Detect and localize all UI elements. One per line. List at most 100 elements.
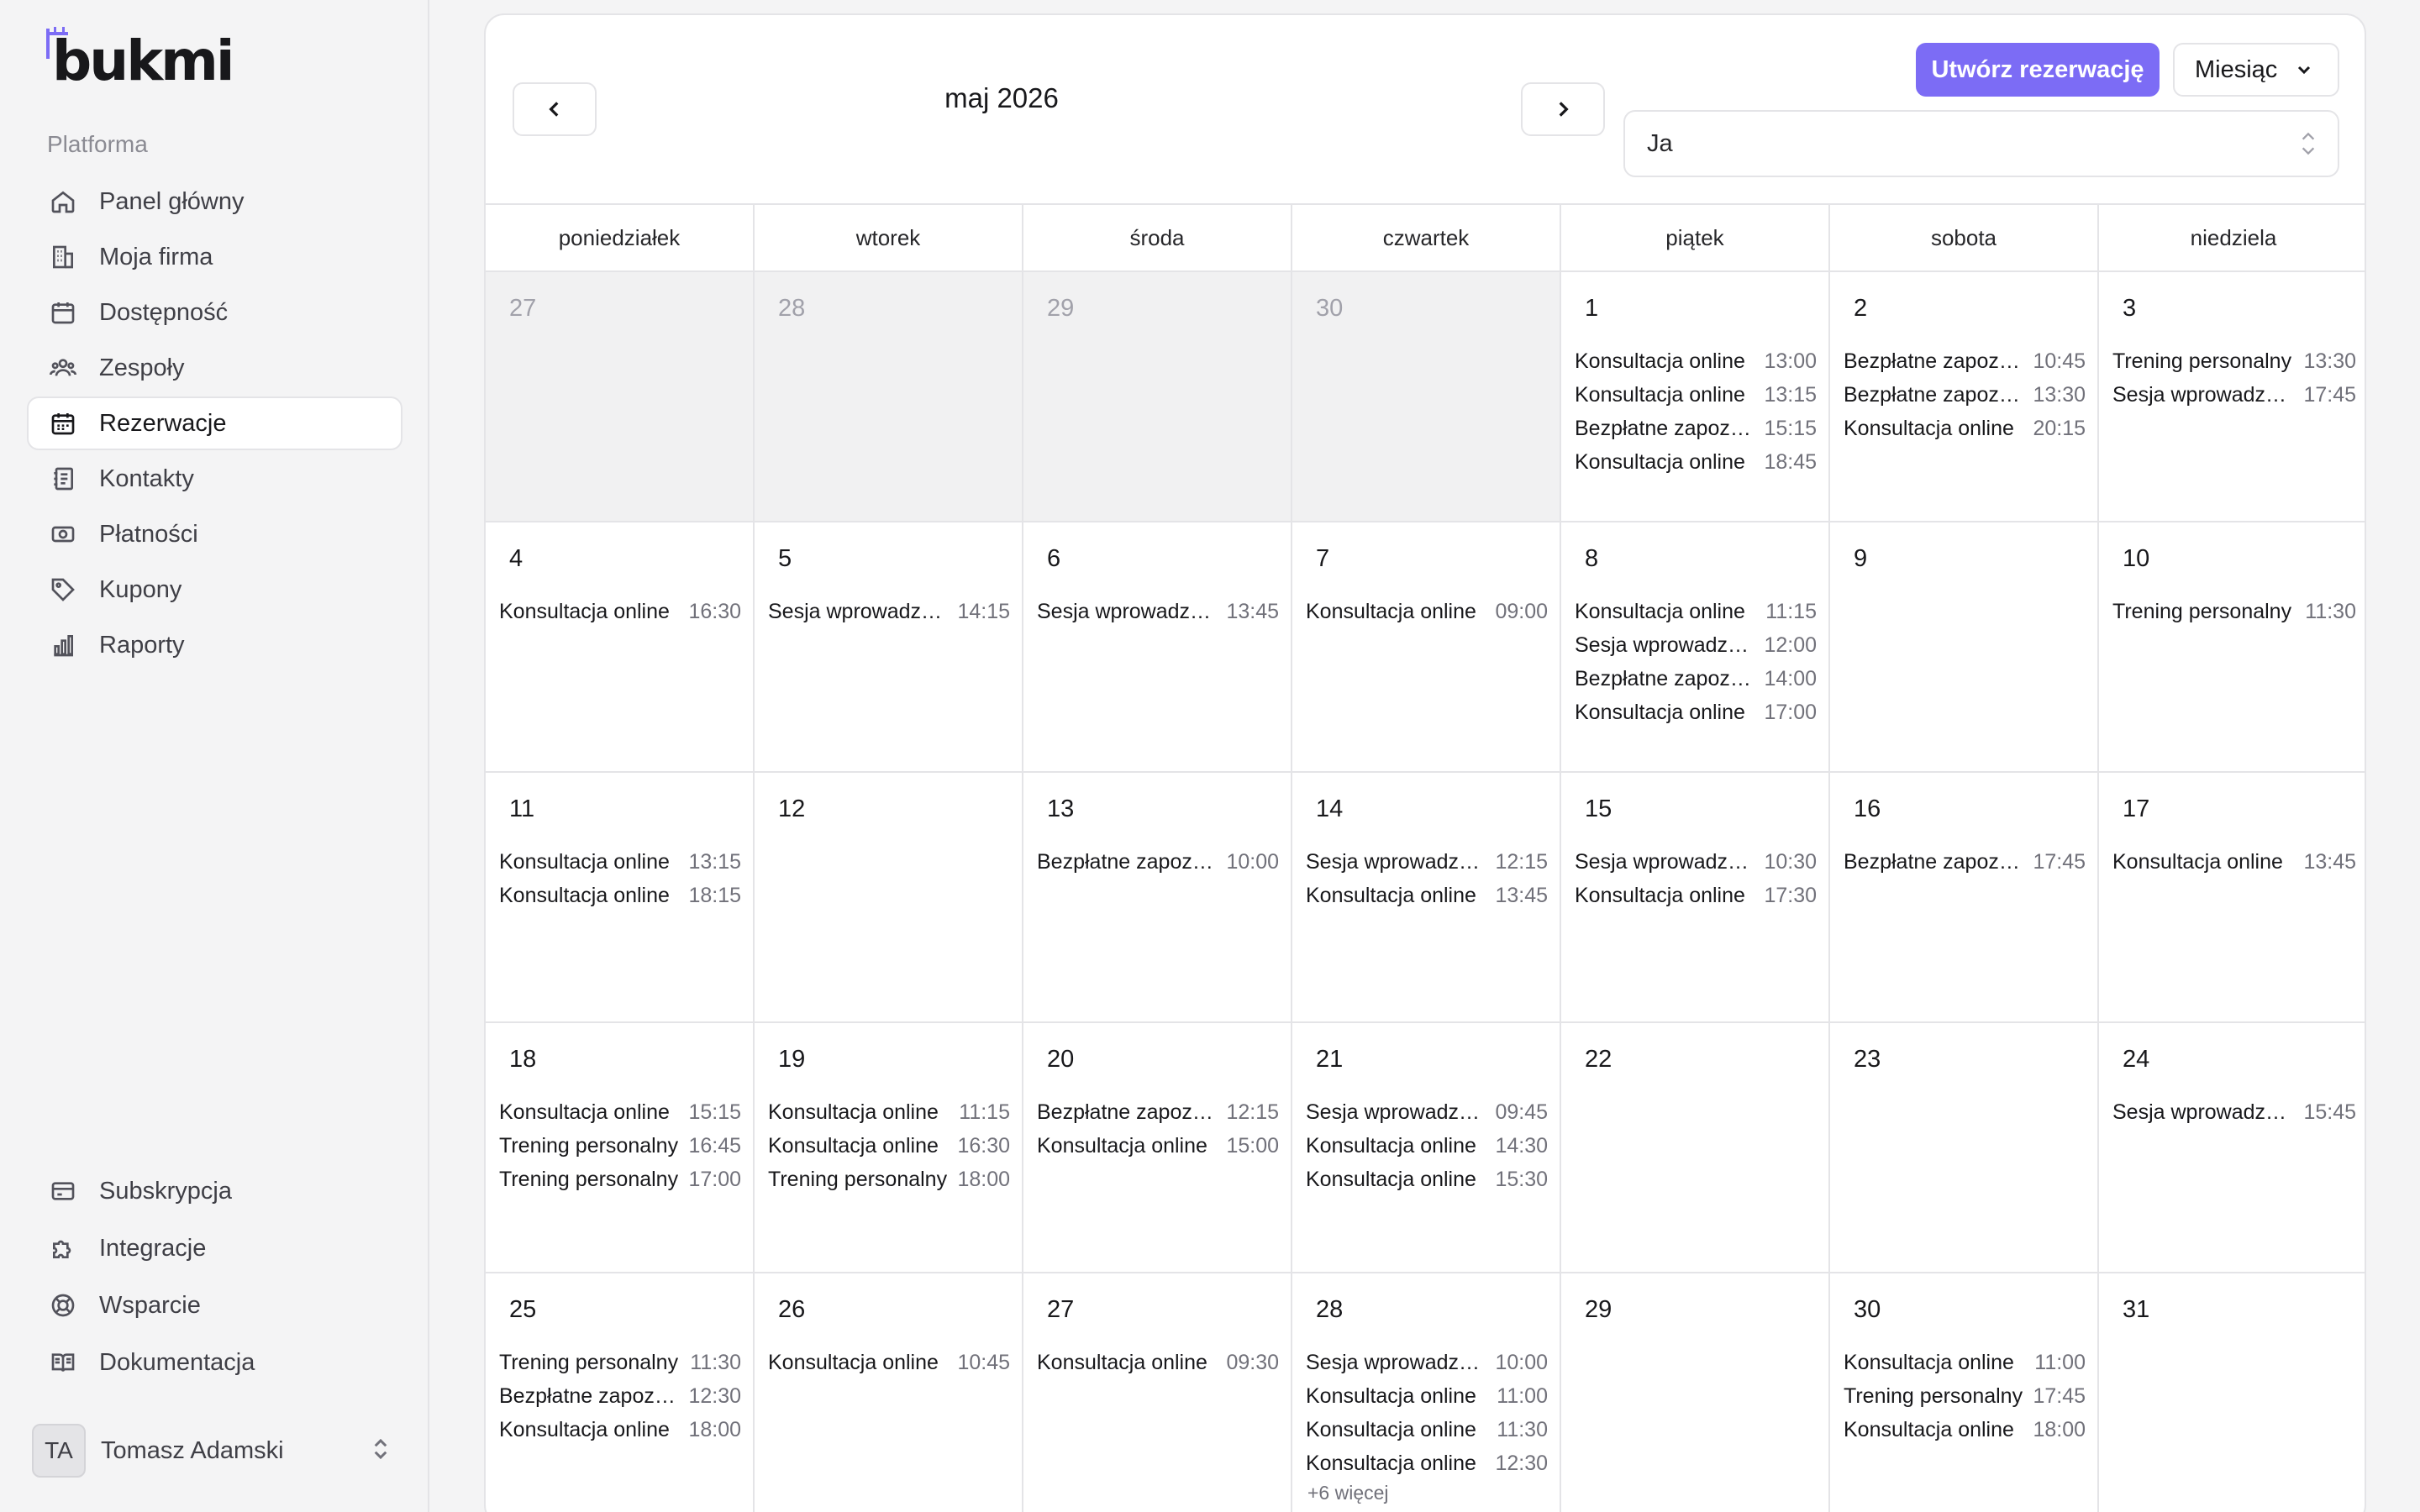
day-cell[interactable]: 10 Trening personalny 11:30 (2099, 522, 2365, 773)
event-item[interactable]: Sesja wprowadzająca 17:45 (2112, 378, 2356, 412)
create-booking-button[interactable]: Utwórz rezerwację (1916, 43, 2160, 97)
day-cell[interactable]: 28 Sesja wprowadzająca 10:00 Konsultacja on… (1292, 1273, 1561, 1512)
sidebar-item-subscription[interactable]: Subskrypcja (27, 1164, 402, 1218)
event-item[interactable]: Sesja wprowadzająca 10:00 (1306, 1346, 1548, 1379)
day-cell[interactable]: 2Bezpłatne zapoznanie10:45Bezpłatne zapo… (1830, 272, 2099, 522)
day-cell[interactable]: 9 (1830, 522, 2099, 773)
day-cell[interactable]: 30 Konsultacja online 11:00 Trening persona… (1830, 1273, 2099, 1512)
day-cell[interactable]: 27 (486, 272, 755, 522)
event-item[interactable]: Bezpłatne zapoznanie 12:15 (1037, 1095, 1279, 1129)
event-item[interactable]: Konsultacja online 11:15 (768, 1095, 1010, 1129)
event-item[interactable]: Konsultacja online 09:00 (1306, 595, 1548, 628)
day-cell[interactable]: 5 Sesja wprowadzająca 14:15 (755, 522, 1023, 773)
day-cell[interactable]: 22 (1561, 1023, 1830, 1273)
event-item[interactable]: Bezpłatne zapoznanie 12:30 (499, 1379, 741, 1413)
day-cell[interactable]: 23 (1830, 1023, 2099, 1273)
event-item[interactable]: Konsultacja online 11:15 (1575, 595, 1817, 628)
person-select[interactable]: Ja (1623, 110, 2339, 177)
event-item[interactable]: Sesja wprowadzająca 12:15 (1306, 845, 1548, 879)
day-cell[interactable]: 20 Bezpłatne zapoznanie 12:15 Konsultacja o… (1023, 1023, 1292, 1273)
sidebar-item-docs[interactable]: Dokumentacja (27, 1336, 402, 1389)
event-item[interactable]: Bezpłatne zapoznanie 15:15 (1575, 412, 1817, 445)
sidebar-item-availability[interactable]: Dostępność (27, 286, 402, 339)
sidebar-item-panel[interactable]: Panel główny (27, 175, 402, 228)
day-cell[interactable]: 16 Bezpłatne zapoznanie 17:45 (1830, 773, 2099, 1023)
next-month-button[interactable] (1521, 82, 1605, 136)
more-events-link[interactable]: +6 więcej (1306, 1482, 1548, 1504)
event-item[interactable]: Trening personalny 17:00 (499, 1163, 741, 1196)
day-cell[interactable]: 26 Konsultacja online 10:45 (755, 1273, 1023, 1512)
logo[interactable]: bukmi (44, 27, 235, 89)
event-item[interactable]: Konsultacja online 13:15 (1575, 378, 1817, 412)
event-item[interactable]: Sesja wprowadzająca 12:00 (1575, 628, 1817, 662)
day-cell[interactable]: 18 Konsultacja online 15:15 Trening persona… (486, 1023, 755, 1273)
event-item[interactable]: Bezpłatne zapoznanie 10:45 (1844, 344, 2086, 378)
day-cell[interactable]: 29 (1561, 1273, 1830, 1512)
day-cell[interactable]: 7 Konsultacja online 09:00 (1292, 522, 1561, 773)
event-item[interactable]: Trening personalny 16:45 (499, 1129, 741, 1163)
event-item[interactable]: Konsultacja online 13:15 (499, 845, 741, 879)
event-item[interactable]: Konsultacja online 18:15 (499, 879, 741, 912)
event-item[interactable]: Konsultacja online 16:30 (499, 595, 741, 628)
event-item[interactable]: Konsultacja online 15:30 (1306, 1163, 1548, 1196)
sidebar-item-company[interactable]: Moja firma (27, 230, 402, 284)
event-item[interactable]: Konsultacja online 15:15 (499, 1095, 741, 1129)
sidebar-item-reports[interactable]: Raporty (27, 618, 402, 672)
day-cell[interactable]: 14 Sesja wprowadzająca 12:15 Konsultacja on… (1292, 773, 1561, 1023)
event-item[interactable]: Trening personalny 13:30 (2112, 344, 2356, 378)
day-cell[interactable]: 25 Trening personalny 11:30 Bezpłatne zapoz… (486, 1273, 755, 1512)
view-select[interactable]: Miesiąc (2173, 43, 2339, 97)
day-cell[interactable]: 30 (1292, 272, 1561, 522)
event-item[interactable]: Trening personalny 17:45 (1844, 1379, 2086, 1413)
day-cell[interactable]: 3 Trening personalny 13:30 Sesja wprowadzaj… (2099, 272, 2365, 522)
event-item[interactable]: Konsultacja online 18:45 (1575, 445, 1817, 479)
event-item[interactable]: Trening personalny 11:30 (2112, 595, 2356, 628)
event-item[interactable]: Konsultacja online 11:00 (1306, 1379, 1548, 1413)
day-cell[interactable]: 27 Konsultacja online 09:30 (1023, 1273, 1292, 1512)
event-item[interactable]: Sesja wprowadzająca 10:30 (1575, 845, 1817, 879)
day-cell[interactable]: 31 (2099, 1273, 2365, 1512)
day-cell[interactable]: 12 (755, 773, 1023, 1023)
day-cell[interactable]: 11 Konsultacja online 13:15 Konsultacja onl… (486, 773, 755, 1023)
event-item[interactable]: Trening personalny 18:00 (768, 1163, 1010, 1196)
event-item[interactable]: Konsultacja online 18:00 (499, 1413, 741, 1446)
sidebar-item-integrations[interactable]: Integracje (27, 1221, 402, 1275)
event-item[interactable]: Konsultacja online 17:00 (1575, 696, 1817, 729)
sidebar-item-bookings[interactable]: Rezerwacje (27, 396, 402, 450)
event-item[interactable]: Konsultacja online 13:00 (1575, 344, 1817, 378)
event-item[interactable]: Sesja wprowadzająca 14:15 (768, 595, 1010, 628)
event-item[interactable]: Sesja wprowadzająca 15:45 (2112, 1095, 2356, 1129)
event-item[interactable]: Konsultacja online 13:45 (2112, 845, 2356, 879)
day-cell[interactable]: 17 Konsultacja online 13:45 (2099, 773, 2365, 1023)
event-item[interactable]: Konsultacja online 13:45 (1306, 879, 1548, 912)
day-cell[interactable]: 13 Bezpłatne zapoznanie 10:00 (1023, 773, 1292, 1023)
day-cell[interactable]: 24 Sesja wprowadzająca 15:45 (2099, 1023, 2365, 1273)
sidebar-item-support[interactable]: Wsparcie (27, 1278, 402, 1332)
event-item[interactable]: Bezpłatne zapoznanie 14:00 (1575, 662, 1817, 696)
event-item[interactable]: Konsultacja online 17:30 (1575, 879, 1817, 912)
event-item[interactable]: Sesja wprowadzająca 13:45 (1037, 595, 1279, 628)
event-item[interactable]: Bezpłatne zapoznanie 17:45 (1844, 845, 2086, 879)
user-menu[interactable]: TA Tomasz Adamski (32, 1423, 393, 1478)
sidebar-item-coupons[interactable]: Kupony (27, 563, 402, 617)
event-item[interactable]: Sesja wprowadzająca 09:45 (1306, 1095, 1548, 1129)
event-item[interactable]: Konsultacja online 12:30 (1306, 1446, 1548, 1480)
day-cell[interactable]: 28 (755, 272, 1023, 522)
day-cell[interactable]: 19 Konsultacja online 11:15 Konsultacja onl… (755, 1023, 1023, 1273)
event-item[interactable]: Konsultacja online 11:00 (1844, 1346, 2086, 1379)
event-item[interactable]: Konsultacja online 18:00 (1844, 1413, 2086, 1446)
day-cell[interactable]: 15 Sesja wprowadzająca 10:30 Konsultacja on… (1561, 773, 1830, 1023)
event-item[interactable]: Trening personalny 11:30 (499, 1346, 741, 1379)
event-item[interactable]: Konsultacja online 14:30 (1306, 1129, 1548, 1163)
event-item[interactable]: Konsultacja online 10:45 (768, 1346, 1010, 1379)
event-item[interactable]: Konsultacja online 15:00 (1037, 1129, 1279, 1163)
prev-month-button[interactable] (513, 82, 597, 136)
sidebar-item-payments[interactable]: Płatności (27, 507, 402, 561)
day-cell[interactable]: 6 Sesja wprowadzająca 13:45 (1023, 522, 1292, 773)
event-item[interactable]: Konsultacja online 16:30 (768, 1129, 1010, 1163)
event-item[interactable]: Konsultacja online 11:30 (1306, 1413, 1548, 1446)
day-cell[interactable]: 29 (1023, 272, 1292, 522)
day-cell[interactable]: 21 Sesja wprowadzająca 09:45 Konsultacja on… (1292, 1023, 1561, 1273)
event-item[interactable]: Konsultacja online 20:15 (1844, 412, 2086, 445)
sidebar-item-teams[interactable]: Zespoły (27, 341, 402, 395)
